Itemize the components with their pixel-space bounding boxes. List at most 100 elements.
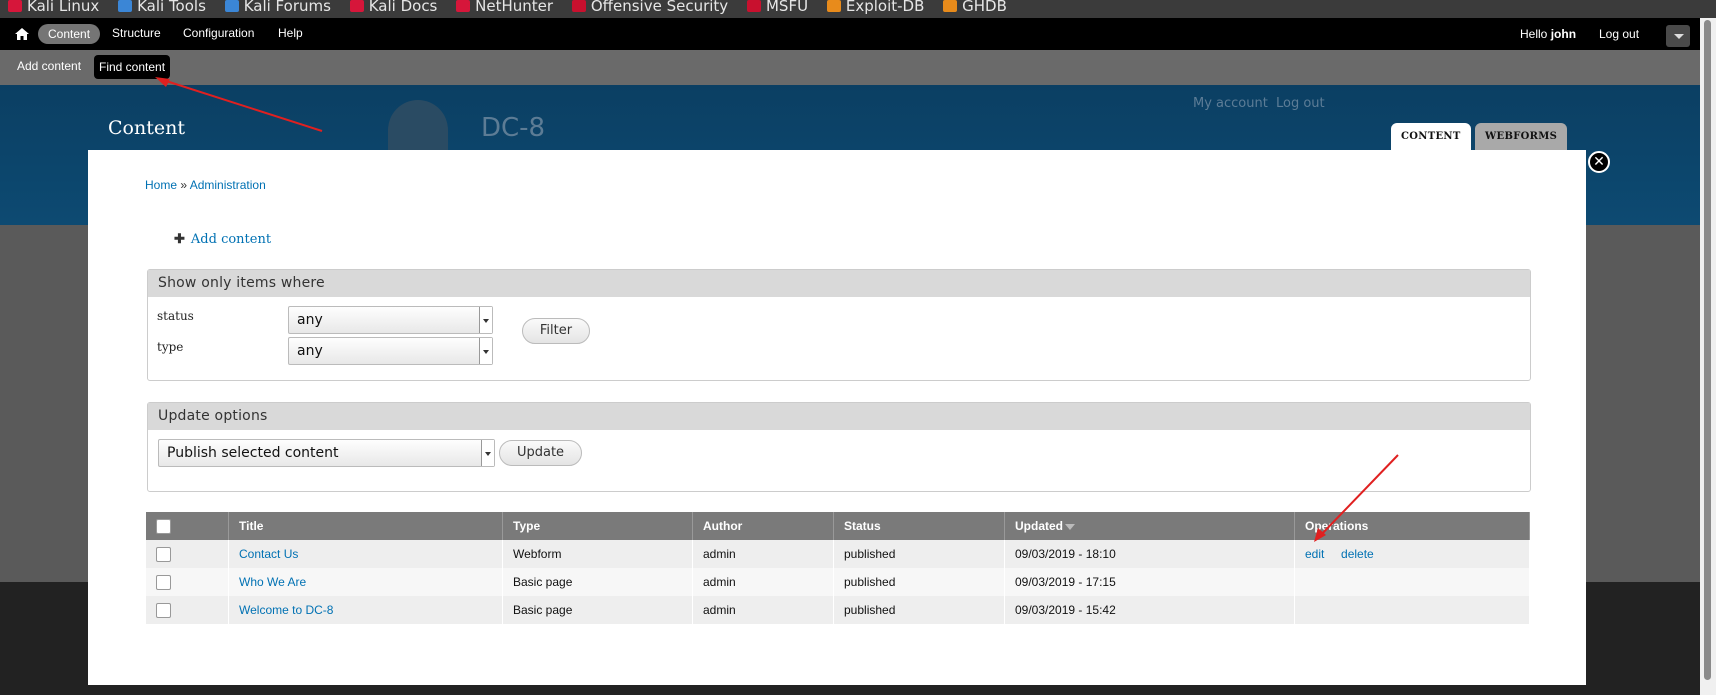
chevron-down-icon	[479, 307, 492, 333]
admin-toolbar: Content Structure Configuration Help Hel…	[0, 18, 1700, 50]
row-select-cell	[146, 596, 229, 624]
home-icon[interactable]	[14, 26, 30, 42]
header-status[interactable]: Status	[833, 512, 1005, 540]
row-checkbox[interactable]	[156, 602, 171, 618]
row-title-link[interactable]: Welcome to DC-8	[239, 603, 333, 617]
scrollbar-thumb[interactable]	[1704, 20, 1711, 680]
toolbar-logout[interactable]: Log out	[1599, 27, 1639, 41]
header-operations: Operations	[1294, 512, 1530, 540]
header-author[interactable]: Author	[692, 512, 834, 540]
select-all-header	[146, 512, 229, 540]
bookmark-exploit-db[interactable]: Exploit-DB	[826, 0, 924, 14]
bookmark-kali-linux[interactable]: Kali Linux	[8, 0, 99, 14]
bookmark-ghdb[interactable]: GHDB	[943, 0, 1007, 14]
row-status: published	[833, 540, 1005, 568]
page-scrollbar[interactable]	[1700, 18, 1716, 695]
my-account-link[interactable]: My account	[1193, 96, 1268, 111]
update-legend[interactable]: Update options	[148, 403, 1530, 430]
exploit-db-spider-icon	[826, 0, 841, 12]
edit-link[interactable]: edit	[1305, 547, 1324, 561]
tab-webforms[interactable]: WEBFORMS	[1475, 123, 1568, 150]
site-name: DC-8	[481, 113, 546, 143]
row-operations: edit delete	[1294, 540, 1530, 568]
bookmarks-bar: Kali Linux Kali Tools Kali Forums Kali D…	[0, 0, 1716, 18]
status-label: status	[157, 309, 194, 323]
row-select-cell	[146, 568, 229, 596]
toolbar-username[interactable]: john	[1551, 27, 1576, 41]
toolbar-drawer-toggle[interactable]	[1666, 25, 1690, 47]
sort-desc-icon	[1065, 523, 1075, 530]
row-title-link[interactable]: Contact Us	[239, 547, 298, 561]
toolbar-structure[interactable]: Structure	[112, 26, 161, 40]
table-header-row: Title Type Author Status Updated Operati…	[146, 512, 1530, 540]
nethunter-icon	[456, 0, 471, 12]
filter-button[interactable]: Filter	[522, 318, 590, 344]
row-select-cell	[146, 540, 229, 568]
table-row: Who We Are Basic page admin published 09…	[146, 568, 1530, 596]
select-all-checkbox[interactable]	[156, 518, 171, 534]
header-title[interactable]: Title	[228, 512, 503, 540]
breadcrumb: Home » Administration	[145, 178, 266, 192]
type-label: type	[157, 340, 184, 354]
toolbar-configuration[interactable]: Configuration	[183, 26, 254, 40]
overlay-close-button[interactable]: ✕	[1588, 151, 1610, 173]
update-action-select[interactable]: Publish selected content	[158, 439, 495, 467]
kali-tools-icon	[118, 0, 133, 12]
toolbar-greeting: Hello john	[1520, 27, 1577, 41]
bookmark-nethunter[interactable]: NetHunter	[456, 0, 553, 14]
add-content-action[interactable]: ✚ Add content	[174, 232, 271, 247]
bookmark-kali-docs[interactable]: Kali Docs	[349, 0, 437, 14]
plus-icon: ✚	[174, 232, 185, 247]
delete-link[interactable]: delete	[1341, 547, 1374, 561]
type-select[interactable]: any	[288, 337, 493, 365]
header-updated[interactable]: Updated	[1004, 512, 1295, 540]
row-status: published	[833, 568, 1005, 596]
page-title: Content	[108, 117, 185, 139]
row-updated: 09/03/2019 - 17:15	[1004, 568, 1295, 596]
row-updated: 09/03/2019 - 18:10	[1004, 540, 1295, 568]
breadcrumb-home[interactable]: Home	[145, 178, 177, 192]
row-status: published	[833, 596, 1005, 624]
row-checkbox[interactable]	[156, 574, 171, 590]
row-type: Basic page	[502, 568, 693, 596]
filter-legend[interactable]: Show only items where	[148, 270, 1530, 297]
offsec-icon	[571, 0, 586, 12]
ghdb-spider-icon	[943, 0, 958, 12]
bookmark-msfu[interactable]: MSFU	[746, 0, 808, 14]
toolbar-content[interactable]: Content	[38, 24, 101, 44]
status-select[interactable]: any	[288, 306, 493, 334]
chevron-down-icon	[481, 440, 494, 466]
toolbar-help[interactable]: Help	[278, 26, 303, 40]
header-type[interactable]: Type	[502, 512, 693, 540]
row-operations	[1294, 568, 1530, 596]
bookmark-offensive-security[interactable]: Offensive Security	[571, 0, 728, 14]
shortcut-find-content[interactable]: Find content	[94, 55, 171, 79]
table-row: Welcome to DC-8 Basic page admin publish…	[146, 596, 1530, 624]
row-author: admin	[692, 568, 834, 596]
row-checkbox[interactable]	[156, 546, 171, 562]
row-author: admin	[692, 596, 834, 624]
add-content-link[interactable]: Add content	[191, 232, 271, 247]
row-title-cell: Contact Us	[228, 540, 503, 568]
close-icon: ✕	[1593, 154, 1605, 170]
update-button[interactable]: Update	[499, 440, 582, 466]
shortcuts-bar: Add content Find content	[0, 50, 1700, 85]
bookmark-kali-forums[interactable]: Kali Forums	[224, 0, 331, 14]
row-title-cell: Welcome to DC-8	[228, 596, 503, 624]
kali-forums-icon	[224, 0, 239, 12]
row-updated: 09/03/2019 - 15:42	[1004, 596, 1295, 624]
msfu-icon	[746, 0, 761, 12]
breadcrumb-administration[interactable]: Administration	[190, 178, 266, 192]
row-title-link[interactable]: Who We Are	[239, 575, 306, 589]
shortcut-add-content[interactable]: Add content	[17, 59, 81, 73]
row-type: Basic page	[502, 596, 693, 624]
kali-dragon-icon	[8, 0, 22, 12]
row-title-cell: Who We Are	[228, 568, 503, 596]
tab-content[interactable]: CONTENT	[1391, 123, 1471, 150]
content-table: Title Type Author Status Updated Operati…	[146, 512, 1530, 624]
table-row: Contact Us Webform admin published 09/03…	[146, 540, 1530, 568]
kali-docs-icon	[349, 0, 364, 12]
bookmark-kali-tools[interactable]: Kali Tools	[118, 0, 206, 14]
row-type: Webform	[502, 540, 693, 568]
header-logout-link[interactable]: Log out	[1276, 96, 1325, 111]
